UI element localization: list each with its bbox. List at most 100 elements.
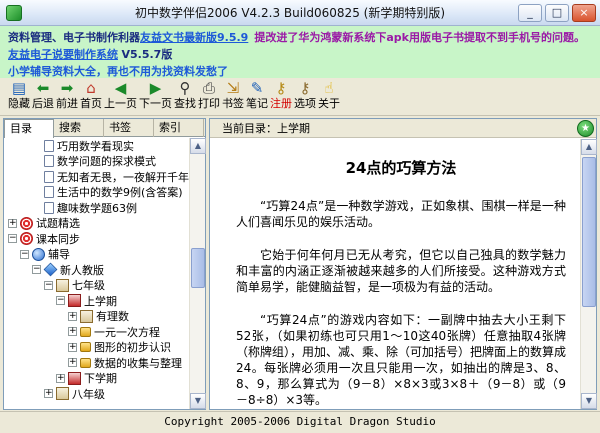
- toolbar-button-notes-pen[interactable]: ✎ 笔记: [246, 79, 268, 111]
- tree-node[interactable]: + 下学期: [4, 371, 191, 387]
- tree-scrollbar[interactable]: ▲ ▼: [189, 138, 206, 409]
- back-arrow-icon: ⬅: [36, 79, 50, 97]
- scroll-down-button[interactable]: ▼: [190, 393, 206, 409]
- toolbar-button-bookmark[interactable]: ⇲ 书签: [222, 79, 244, 111]
- banner-version: V5.5.7版: [121, 48, 173, 61]
- tree-node[interactable]: + 有理数: [4, 309, 191, 325]
- expand-toggle-icon[interactable]: +: [68, 311, 77, 321]
- previous-page-icon: ◀: [114, 79, 127, 97]
- target-icon: [20, 232, 33, 246]
- tree-node-label: 课本同步: [36, 232, 80, 246]
- title-bar: 初中数学伴侣2006 V4.2.3 Build060825 (新学期特别版) _…: [0, 0, 600, 26]
- tab-bookmarks[interactable]: 书签: [104, 119, 154, 137]
- tree-node[interactable]: + 八年级: [4, 386, 191, 402]
- collapse-toggle-icon[interactable]: −: [56, 296, 65, 306]
- toolbar-label: 前进: [56, 97, 78, 110]
- tree-node-label: 有理数: [96, 310, 129, 324]
- collapse-toggle-icon[interactable]: −: [20, 249, 29, 259]
- globe-icon: [32, 247, 45, 261]
- red-book-icon: [68, 371, 81, 385]
- next-page-icon: ▶: [149, 79, 162, 97]
- tree-node[interactable]: − 上学期: [4, 293, 191, 309]
- content-scrollbar[interactable]: ▲ ▼: [580, 139, 597, 409]
- expand-toggle-icon[interactable]: +: [44, 389, 53, 399]
- collapse-toggle-icon[interactable]: −: [8, 234, 17, 244]
- banner-line-2: 友益电子说要制作系统 V5.5.7版: [8, 46, 592, 63]
- key-icon: ⚷: [275, 79, 287, 97]
- binoculars-icon: ⚲: [179, 79, 191, 97]
- maximize-button[interactable]: □: [545, 3, 569, 22]
- article-view: 24点的巧算方法 “巧算24点”是一种数学游戏，正如象棋、围棋一样是一种人们喜闻…: [210, 139, 581, 409]
- forward-arrow-icon: ➡: [60, 79, 74, 97]
- tree-node[interactable]: + 一元一次方程: [4, 324, 191, 340]
- scroll-up-button[interactable]: ▲: [190, 138, 206, 154]
- tree-node[interactable]: − 七年级: [4, 278, 191, 294]
- tree-node-label: 辅导: [48, 248, 70, 262]
- tree-scroll-thumb[interactable]: [191, 248, 205, 288]
- home-icon: ⌂: [86, 79, 96, 97]
- home-star-icon[interactable]: ★: [577, 120, 594, 137]
- content-scroll-thumb[interactable]: [582, 157, 596, 307]
- close-button[interactable]: ×: [572, 3, 596, 22]
- banner-link-ebook-system[interactable]: 友益电子说要制作系统: [8, 48, 118, 61]
- printer-icon: ⎙: [202, 79, 215, 97]
- expand-toggle-icon[interactable]: +: [56, 373, 65, 383]
- toolbar-button-next-page[interactable]: ▶ 下一页: [139, 79, 172, 111]
- toolbar-button-binoculars[interactable]: ⚲ 查找: [174, 79, 196, 111]
- banner-link-primary-school[interactable]: 小学辅导资料大全，再也不用为找资料发愁了: [8, 65, 228, 78]
- document-icon: [44, 186, 54, 199]
- toolbar-button-about-pointer[interactable]: ☝ 关于: [318, 79, 340, 111]
- document-icon: [44, 155, 54, 168]
- toolbar-button-options-key[interactable]: ⚷ 选项: [294, 79, 316, 111]
- scroll-up-button[interactable]: ▲: [581, 139, 597, 155]
- article-paragraph: “巧算24点”的游戏内容如下：一副牌中抽去大小王剩下52张，（如果初练也可只用1…: [236, 313, 567, 407]
- tree-node[interactable]: + 图形的初步认识: [4, 340, 191, 356]
- toolbar-label: 打印: [198, 97, 220, 110]
- collapse-toggle-icon[interactable]: −: [32, 265, 41, 275]
- tree-node-label: 新人教版: [60, 263, 104, 277]
- tree-node[interactable]: 巧用数学看现实: [4, 138, 191, 154]
- toolbar-label: 查找: [174, 97, 196, 110]
- tree-node[interactable]: + 试题精选: [4, 216, 191, 232]
- toolbar-button-previous-page[interactable]: ◀ 上一页: [104, 79, 137, 111]
- expand-toggle-icon[interactable]: +: [8, 218, 17, 228]
- toolbar-button-back-arrow[interactable]: ⬅ 后退: [32, 79, 54, 111]
- toolbar-button-home[interactable]: ⌂ 首页: [80, 79, 102, 111]
- red-book-icon: [68, 294, 81, 308]
- window-controls: _ □ ×: [518, 3, 596, 22]
- tree-node[interactable]: − 辅导: [4, 247, 191, 263]
- expand-toggle-icon[interactable]: +: [68, 327, 77, 337]
- tree-node[interactable]: + 数据的收集与整理: [4, 355, 191, 371]
- banner-link-wenshu[interactable]: 友益文书最新版9.5.9: [140, 31, 248, 44]
- promo-banner: 资料管理、电子书制作利器友益文书最新版9.5.9 提改进了华为鸿蒙新系统下apk用…: [0, 26, 600, 78]
- navigation-pane: 目录 搜索 书签 索引 巧用数学看现实 数学问题的探求模式 无知者无畏，一夜解开千年…: [3, 118, 206, 410]
- toolbar-label: 下一页: [139, 97, 172, 110]
- toolbar-label: 首页: [80, 97, 102, 110]
- tree-node[interactable]: 生活中的数学9例(含答案): [4, 185, 191, 201]
- tree-node[interactable]: 数学问题的探求模式: [4, 154, 191, 170]
- tree-node[interactable]: − 课本同步: [4, 231, 191, 247]
- tab-index[interactable]: 索引: [154, 119, 204, 137]
- tree-node[interactable]: 无知者无畏，一夜解开千年数学: [4, 169, 191, 185]
- tree-node[interactable]: 趣味数学题63例: [4, 200, 191, 216]
- tree-node-label: 生活中的数学9例(含答案): [57, 186, 183, 200]
- tree-node-label: 试题精选: [36, 217, 80, 231]
- tab-contents[interactable]: 目录: [4, 119, 54, 138]
- window-title: 初中数学伴侣2006 V4.2.3 Build060825 (新学期特别版): [134, 6, 446, 20]
- tree-node-label: 一元一次方程: [94, 325, 160, 339]
- scroll-down-button[interactable]: ▼: [581, 393, 597, 409]
- toolbar-button-hide[interactable]: ▤ 隐藏: [8, 79, 30, 111]
- toolbar-button-key[interactable]: ⚷ 注册: [270, 79, 292, 111]
- about-pointer-icon: ☝: [324, 79, 334, 97]
- expand-toggle-icon[interactable]: +: [68, 342, 77, 352]
- minimize-button[interactable]: _: [518, 3, 542, 22]
- tab-search[interactable]: 搜索: [54, 119, 104, 137]
- collapse-toggle-icon[interactable]: −: [44, 280, 53, 290]
- locked-folder-icon: [80, 357, 91, 368]
- toolbar-button-forward-arrow[interactable]: ➡ 前进: [56, 79, 78, 111]
- expand-toggle-icon[interactable]: +: [68, 358, 77, 368]
- book-icon: [56, 278, 69, 292]
- tree-node[interactable]: − 新人教版: [4, 262, 191, 278]
- article-paragraph: “巧算24点”是一种数学游戏，正如象棋、围棋一样是一种人们喜闻乐见的娱乐活动。: [236, 199, 566, 229]
- toolbar-button-printer[interactable]: ⎙ 打印: [198, 79, 220, 111]
